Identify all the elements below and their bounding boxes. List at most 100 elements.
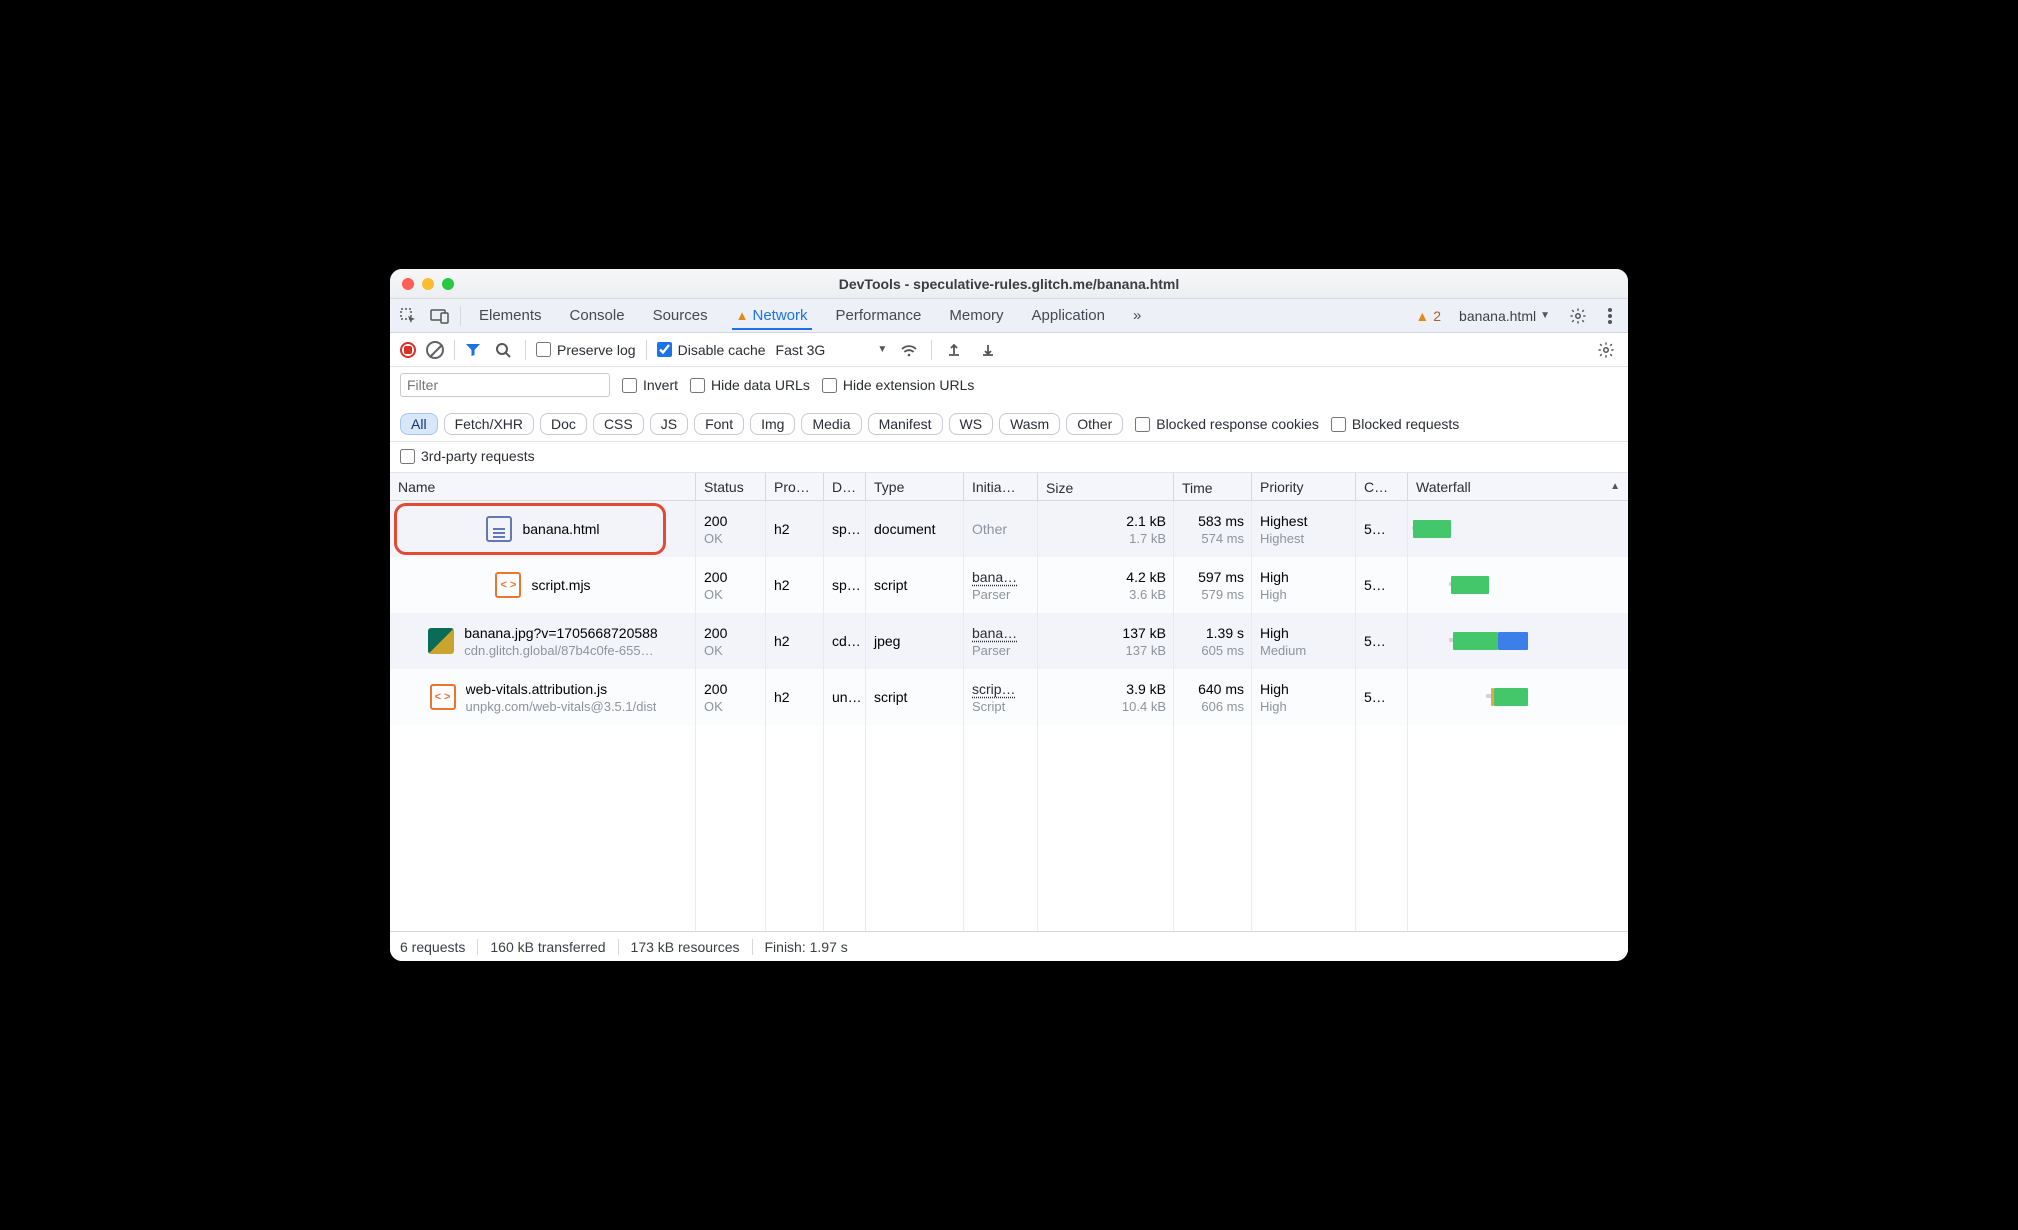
tab-performance[interactable]: Performance	[832, 301, 926, 330]
filter-bar: Invert Hide data URLs Hide extension URL…	[390, 367, 1628, 442]
titlebar: DevTools - speculative-rules.glitch.me/b…	[390, 269, 1628, 299]
type-chip[interactable]: Wasm	[999, 413, 1060, 435]
blocked-cookies-checkbox[interactable]: Blocked response cookies	[1135, 416, 1319, 432]
col-domain[interactable]: D…	[824, 473, 866, 500]
table-row[interactable]: < >script.mjs200OKh2sp…scriptbana…Parser…	[390, 557, 1628, 613]
window-title: DevTools - speculative-rules.glitch.me/b…	[390, 276, 1628, 292]
type-chip[interactable]: Doc	[540, 413, 587, 435]
table-row[interactable]: < > web-vitals.attribution.js unpkg.com/we…	[390, 669, 1628, 725]
col-waterfall[interactable]: Waterfall▲	[1408, 473, 1628, 500]
divider	[460, 306, 461, 326]
device-toolbar-icon[interactable]	[428, 304, 452, 328]
request-name: banana.jpg?v=1705668720588	[464, 625, 657, 641]
script-icon: < >	[495, 572, 521, 598]
target-select[interactable]: banana.html▼	[1459, 308, 1550, 324]
request-name-sub: cdn.glitch.global/87b4c0fe-655…	[464, 643, 657, 658]
footer-requests: 6 requests	[400, 939, 478, 955]
inspect-icon[interactable]	[396, 304, 420, 328]
waterfall-cell	[1408, 669, 1628, 725]
tab-application[interactable]: Application	[1028, 301, 1109, 330]
col-initiator[interactable]: Initia…	[964, 473, 1038, 500]
type-chip[interactable]: WS	[949, 413, 994, 435]
initiator: Other	[972, 521, 1030, 537]
initiator[interactable]: bana…	[972, 625, 1030, 641]
type-chip[interactable]: Font	[694, 413, 744, 435]
tab-memory[interactable]: Memory	[945, 301, 1007, 330]
script-icon: < >	[430, 684, 456, 710]
type-chip[interactable]: Manifest	[868, 413, 943, 435]
table-row[interactable]: banana.html200OKh2sp…documentOther2.1 kB…	[390, 501, 1628, 557]
table-header: Name Status Pro… D… Type Initia… Size Ti…	[390, 473, 1628, 501]
warning-icon: ▲	[736, 308, 749, 323]
preserve-log-checkbox[interactable]: Preserve log	[536, 342, 636, 358]
divider	[525, 340, 526, 360]
type-filter-chips: All Fetch/XHR Doc CSS JS Font Img Media Manifest…	[400, 413, 1123, 435]
record-button[interactable]	[400, 342, 416, 358]
col-size[interactable]: Size	[1038, 473, 1174, 500]
type-chip[interactable]: Media	[801, 413, 861, 435]
col-time[interactable]: Time	[1174, 473, 1252, 500]
chevron-down-icon: ▼	[877, 344, 887, 355]
invert-checkbox[interactable]: Invert	[622, 377, 678, 393]
waterfall-cell	[1408, 501, 1628, 557]
hide-ext-urls-checkbox[interactable]: Hide extension URLs	[822, 377, 975, 393]
clear-button[interactable]	[426, 341, 444, 359]
panel-tabs: Elements Console Sources ▲Network Perfor…	[390, 299, 1628, 333]
col-protocol[interactable]: Pro…	[766, 473, 824, 500]
request-name: banana.html	[522, 521, 599, 537]
divider	[646, 340, 647, 360]
search-icon[interactable]	[491, 338, 515, 362]
col-name[interactable]: Name	[390, 473, 696, 500]
tab-console[interactable]: Console	[566, 301, 629, 330]
initiator[interactable]: bana…	[972, 569, 1030, 585]
type-chip[interactable]: CSS	[593, 413, 644, 435]
download-har-icon[interactable]	[976, 338, 1000, 362]
divider	[454, 340, 455, 360]
request-name: web-vitals.attribution.js	[466, 681, 657, 697]
network-toolbar: Preserve log Disable cache Fast 3G▼	[390, 333, 1628, 367]
footer-transferred: 160 kB transferred	[478, 939, 618, 955]
blocked-req-checkbox[interactable]: Blocked requests	[1331, 416, 1459, 432]
divider	[931, 340, 932, 360]
filter-input[interactable]	[400, 373, 610, 397]
request-name-sub: unpkg.com/web-vitals@3.5.1/dist	[466, 699, 657, 714]
upload-har-icon[interactable]	[942, 338, 966, 362]
devtools-window: DevTools - speculative-rules.glitch.me/b…	[390, 269, 1628, 961]
hide-data-urls-checkbox[interactable]: Hide data URLs	[690, 377, 810, 393]
waterfall-cell	[1408, 557, 1628, 613]
disable-cache-checkbox[interactable]: Disable cache	[657, 342, 766, 358]
col-priority[interactable]: Priority	[1252, 473, 1356, 500]
tab-sources[interactable]: Sources	[649, 301, 712, 330]
kebab-icon[interactable]	[1598, 304, 1622, 328]
filter-icon[interactable]	[465, 342, 481, 358]
network-conditions-icon[interactable]	[897, 338, 921, 362]
window-controls	[402, 278, 454, 290]
image-icon	[428, 628, 454, 654]
col-connection[interactable]: C…	[1356, 473, 1408, 500]
request-name: script.mjs	[531, 577, 590, 593]
type-chip[interactable]: Other	[1066, 413, 1123, 435]
minimize-icon[interactable]	[422, 278, 434, 290]
table-row[interactable]: banana.jpg?v=1705668720588 cdn.glitch.glo…	[390, 613, 1628, 669]
close-icon[interactable]	[402, 278, 414, 290]
issues-badge[interactable]: ▲2	[1415, 308, 1441, 324]
tab-more-icon[interactable]: »	[1129, 301, 1145, 330]
zoom-icon[interactable]	[442, 278, 454, 290]
type-chip[interactable]: Img	[750, 413, 795, 435]
col-type[interactable]: Type	[866, 473, 964, 500]
tab-network[interactable]: ▲Network	[732, 301, 812, 330]
tab-elements[interactable]: Elements	[475, 301, 546, 330]
gear-icon[interactable]	[1566, 304, 1590, 328]
type-chip[interactable]: Fetch/XHR	[444, 413, 534, 435]
throttle-select[interactable]: Fast 3G▼	[776, 342, 888, 358]
table-body: banana.html200OKh2sp…documentOther2.1 kB…	[390, 501, 1628, 931]
sort-icon: ▲	[1610, 481, 1620, 492]
type-chip[interactable]: All	[400, 413, 438, 435]
col-status[interactable]: Status	[696, 473, 766, 500]
type-chip[interactable]: JS	[650, 413, 688, 435]
initiator[interactable]: scrip…	[972, 681, 1030, 697]
footer-resources: 173 kB resources	[619, 939, 753, 955]
gear-icon[interactable]	[1594, 338, 1618, 362]
waterfall-cell	[1408, 613, 1628, 669]
third-party-checkbox[interactable]: 3rd-party requests	[400, 448, 535, 464]
